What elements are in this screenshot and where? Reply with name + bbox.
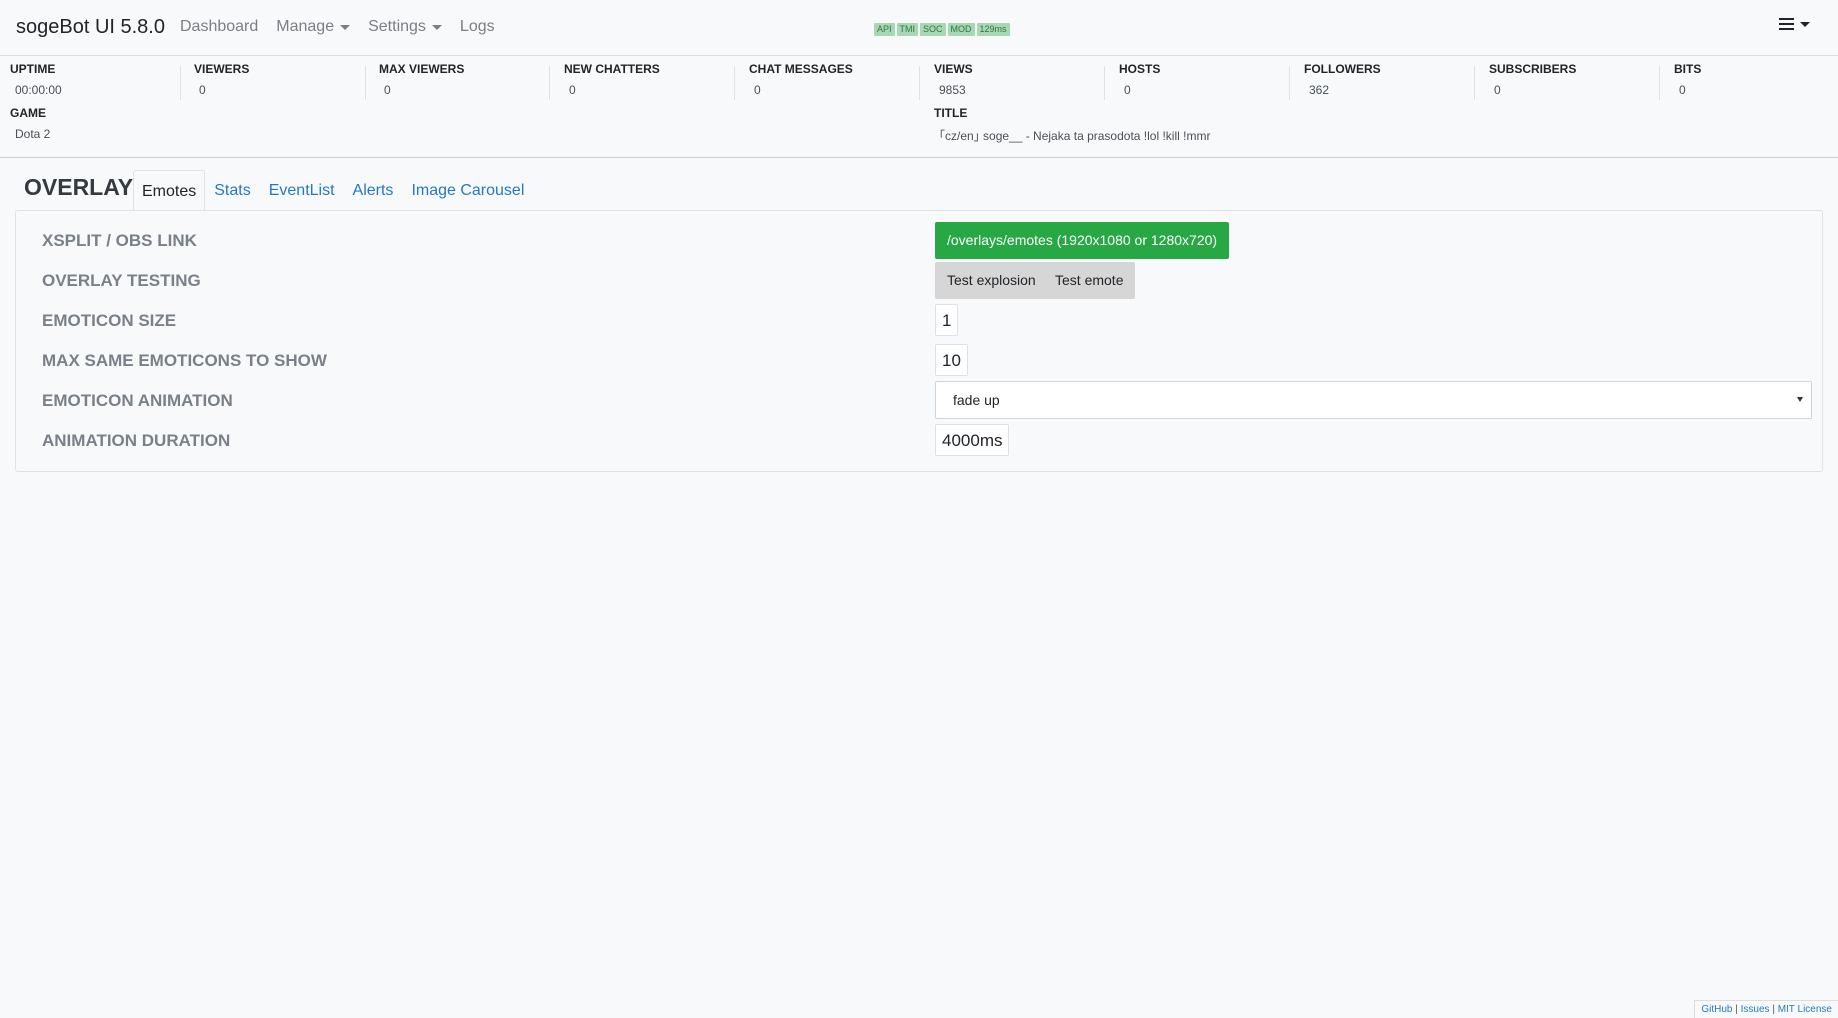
stat-value: 0 (569, 83, 576, 97)
tab-image-carousel[interactable]: Image Carousel (402, 170, 533, 211)
stat-value: ｢cz/en｣ soge__ - Nejaka ta prasodota !lo… (939, 129, 1211, 143)
stat-value: 00:00:00 (15, 83, 62, 97)
caret-down-icon (431, 24, 442, 30)
status-badge-tmi: TMI (896, 23, 919, 36)
overlay-tabs: Emotes Stats EventList Alerts Image Caro… (133, 170, 533, 211)
footer-links: GitHub | Issues | MIT License (1694, 1000, 1838, 1018)
stat-max-viewers: MAX VIEWERS 0 (379, 62, 464, 97)
stat-value: 362 (1309, 83, 1330, 97)
emoticon-animation-label: EMOTICON ANIMATION (42, 391, 233, 410)
stat-game: GAME Dota 2 (10, 106, 50, 141)
emoticon-size-label: EMOTICON SIZE (42, 311, 177, 330)
status-badge-mod: MOD (947, 23, 975, 36)
stat-label: GAME (10, 106, 46, 120)
brand-title[interactable]: sogeBot UI 5.8.0 (16, 16, 165, 39)
stat-label: HOSTS (1119, 62, 1161, 76)
stat-chat-messages: CHAT MESSAGES 0 (749, 62, 853, 97)
stat-title: TITLE ｢cz/en｣ soge__ - Nejaka ta prasodo… (934, 106, 1210, 144)
stat-viewers: VIEWERS 0 (194, 62, 249, 97)
tab-emotes[interactable]: Emotes (133, 170, 206, 211)
status-badge-soc: SOC (920, 23, 946, 36)
nav-logs[interactable]: Logs (460, 18, 495, 36)
stat-value: 0 (754, 83, 761, 97)
stat-label: CHAT MESSAGES (749, 62, 853, 76)
nav-logs-label: Logs (459, 18, 495, 35)
stat-label: NEW CHATTERS (564, 62, 660, 76)
test-explosion-button[interactable]: Test explosion (935, 262, 1048, 299)
tab-alerts[interactable]: Alerts (344, 170, 403, 211)
stat-new-chatters: NEW CHATTERS 0 (564, 62, 660, 97)
tab-stats[interactable]: Stats (205, 170, 259, 211)
nav-manage-label: Manage (276, 18, 335, 35)
stat-label: VIEWERS (194, 62, 250, 76)
stat-label: UPTIME (10, 62, 56, 76)
license-link[interactable]: MIT License (1778, 1004, 1832, 1015)
stat-value: 0 (1679, 83, 1686, 97)
main-nav: Dashboard Manage Settings Logs (180, 18, 513, 36)
stat-value: 0 (1124, 83, 1131, 97)
animation-duration-input[interactable]: 4000ms (935, 424, 1010, 456)
stat-label: TITLE (934, 106, 968, 120)
stat-value: 0 (199, 83, 206, 97)
stat-value: 0 (384, 83, 391, 97)
status-badge-latency: 129ms (976, 23, 1010, 36)
stat-label: VIEWS (934, 62, 973, 76)
issues-link[interactable]: Issues (1741, 1004, 1770, 1015)
divider (1104, 66, 1105, 100)
stream-stats: UPTIME 00:00:00 VIEWERS 0 MAX VIEWERS 0 … (0, 56, 1838, 158)
stat-value: 9853 (939, 83, 966, 97)
page-title: OVERLAYS (24, 174, 149, 200)
divider (1659, 66, 1660, 100)
divider (734, 66, 735, 100)
overlay-link-button[interactable]: /overlays/emotes (1920x1080 or 1280x720) (935, 222, 1230, 259)
stat-bits: BITS 0 (1674, 62, 1701, 97)
chevron-down-icon (1797, 397, 1803, 402)
top-navbar: sogeBot UI 5.8.0 Dashboard Manage Settin… (0, 0, 1838, 56)
divider (365, 66, 366, 100)
footer-separator: | (1735, 1004, 1738, 1015)
caret-down-icon (1800, 21, 1810, 27)
nav-dashboard-label: Dashboard (180, 18, 259, 35)
stat-subscribers: SUBSCRIBERS 0 (1489, 62, 1576, 97)
nav-settings-label: Settings (368, 18, 426, 35)
stat-label: MAX VIEWERS (379, 62, 465, 76)
max-same-emoticons-label: MAX SAME EMOTICONS TO SHOW (42, 351, 327, 370)
test-emote-button[interactable]: Test emote (1043, 262, 1136, 299)
footer-separator: | (1772, 1004, 1775, 1015)
divider (180, 66, 181, 100)
stat-value: 0 (1494, 83, 1501, 97)
divider (549, 66, 550, 100)
stat-label: BITS (1674, 62, 1702, 76)
xsplit-obs-link-label: XSPLIT / OBS LINK (42, 231, 197, 250)
nav-dashboard[interactable]: Dashboard (180, 18, 258, 36)
tab-eventlist[interactable]: EventList (260, 170, 344, 211)
divider (919, 66, 920, 100)
stat-uptime: UPTIME 00:00:00 (10, 62, 62, 97)
status-badge-api: API (874, 23, 895, 36)
stat-value: Dota 2 (15, 127, 51, 141)
divider (1289, 66, 1290, 100)
stat-label: FOLLOWERS (1304, 62, 1381, 76)
overlay-testing-label: OVERLAY TESTING (42, 271, 201, 290)
emoticon-size-input[interactable]: 1 (935, 304, 959, 336)
stat-hosts: HOSTS 0 (1119, 62, 1160, 97)
stat-label: SUBSCRIBERS (1489, 62, 1577, 76)
connection-status: API TMI SOC MOD 129ms (874, 23, 1010, 36)
emoticon-animation-select[interactable]: fade up (935, 381, 1812, 419)
nav-manage-dropdown[interactable]: Manage (276, 18, 351, 36)
emoticon-animation-value: fade up (953, 392, 1000, 408)
menu-toggle-button[interactable] (1779, 18, 1810, 30)
animation-duration-label: ANIMATION DURATION (42, 431, 231, 450)
max-same-emoticons-input[interactable]: 10 (935, 344, 968, 376)
github-link[interactable]: GitHub (1701, 1004, 1732, 1015)
caret-down-icon (340, 24, 351, 30)
nav-settings-dropdown[interactable]: Settings (368, 18, 442, 36)
stat-views: VIEWS 9853 (934, 62, 973, 97)
hamburger-icon (1779, 18, 1794, 30)
divider (1474, 66, 1475, 100)
stat-followers: FOLLOWERS 362 (1304, 62, 1381, 97)
emotes-settings-panel: XSPLIT / OBS LINK /overlays/emotes (1920… (15, 210, 1823, 472)
